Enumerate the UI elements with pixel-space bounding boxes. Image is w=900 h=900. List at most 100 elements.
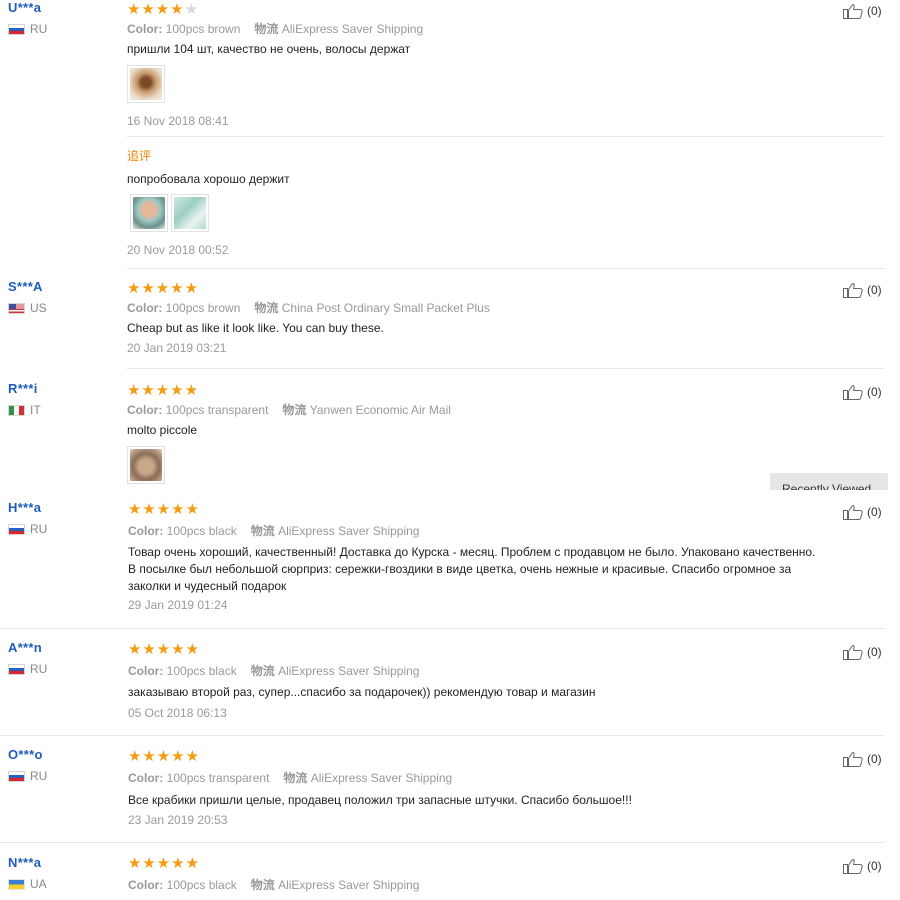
reviewer-info: O***o RU — [8, 747, 47, 783]
star-icon: ★ — [128, 854, 142, 872]
order-info: Color: 100pcs black 物流 AliExpress Saver S… — [128, 522, 419, 539]
color-value: 100pcs transparent — [166, 771, 270, 785]
reviewer-name[interactable]: O***o — [8, 747, 47, 763]
thumbs-up-icon — [843, 283, 863, 298]
star-icon: ★ — [142, 500, 156, 518]
followup-text: попробовала хорошо держит — [127, 172, 290, 186]
star-icon: ★ — [185, 747, 200, 765]
country-flag-icon — [8, 770, 25, 782]
followup-date: 20 Nov 2018 00:52 — [127, 243, 229, 257]
thumbs-up-icon — [843, 505, 863, 520]
star-icon: ★ — [171, 640, 185, 658]
review-date: 05 Oct 2018 06:13 — [128, 706, 227, 720]
face-photo — [133, 197, 165, 229]
review-text: пришли 104 шт, качество не очень, волосы… — [127, 42, 411, 56]
star-icon: ★ — [142, 747, 156, 765]
star-icon: ★ — [171, 747, 185, 765]
star-icon: ★ — [127, 0, 141, 18]
color-label: Color: — [128, 664, 164, 678]
reviewer-name[interactable]: A***n — [8, 640, 47, 656]
review-divider — [127, 268, 884, 269]
country-flag-icon — [8, 878, 25, 890]
order-info: Color: 100pcs black 物流 AliExpress Saver S… — [128, 876, 419, 893]
thumbs-up-icon — [843, 4, 863, 19]
order-info: Color: 100pcs transparent 物流 Yanwen Econo… — [127, 401, 451, 418]
country-code: RU — [30, 22, 48, 36]
review-text-line: В посылке был небольшой сюрприз: сережки… — [128, 562, 792, 576]
reviewer-country: US — [8, 301, 47, 315]
order-info: Color: 100pcs black 物流 AliExpress Saver S… — [128, 662, 419, 679]
helpful-count: (0) — [867, 645, 882, 659]
review-date: 16 Nov 2018 08:41 — [127, 114, 229, 128]
helpful-button[interactable]: (0) — [843, 282, 882, 298]
thumbs-up-icon — [843, 645, 863, 660]
reviewer-name[interactable]: H***a — [8, 500, 47, 516]
helpful-button[interactable]: (0) — [843, 644, 882, 660]
reviewer-name[interactable]: R***i — [8, 381, 41, 397]
helpful-count: (0) — [867, 752, 882, 766]
country-flag-icon — [8, 302, 25, 314]
followup-photos — [130, 194, 209, 232]
star-icon: ★ — [171, 500, 185, 518]
country-flag-icon — [8, 23, 25, 35]
star-icon: ★ — [170, 279, 184, 297]
followup-photo-thumbnail[interactable] — [130, 194, 168, 232]
rating-stars: ★ ★ ★ ★ ★ — [127, 381, 199, 399]
helpful-button[interactable]: (0) — [843, 3, 882, 19]
country-code: RU — [30, 769, 48, 783]
shipping-label: 物流 — [254, 301, 279, 315]
star-icon: ★ — [185, 854, 200, 872]
star-icon: ★ — [127, 279, 141, 297]
country-flag-icon — [8, 523, 25, 535]
reviewer-name[interactable]: S***A — [8, 279, 47, 295]
shipping-label: 物流 — [254, 22, 279, 36]
reviewer-info: S***A US — [8, 279, 47, 315]
helpful-button[interactable]: (0) — [843, 858, 882, 874]
reviewer-name[interactable]: N***a — [8, 855, 47, 871]
shipping-label: 物流 — [283, 771, 308, 785]
star-icon: ★ — [155, 381, 170, 399]
review-list: U***a RU ★ ★ ★ ★ ★ Color: 100pcs brown 物流 AliExp… — [0, 0, 900, 900]
star-icon: ★ — [170, 0, 184, 18]
shipping-label: 物流 — [250, 524, 275, 538]
shipping-label: 物流 — [250, 878, 275, 892]
review-photo-thumbnail[interactable] — [127, 446, 165, 484]
star-icon: ★ — [170, 381, 184, 399]
helpful-count: (0) — [867, 385, 882, 399]
order-info: Color: 100pcs brown 物流 AliExpress Saver S… — [127, 20, 423, 37]
star-icon: ★ — [184, 0, 199, 18]
country-code: US — [30, 301, 47, 315]
reviewer-country: RU — [8, 22, 47, 36]
followup-photo-thumbnail[interactable] — [171, 194, 209, 232]
color-label: Color: — [127, 22, 163, 36]
review-text: Cheap but as like it look like. You can … — [127, 321, 384, 335]
review-date: 29 Jan 2019 01:24 — [128, 598, 228, 612]
reviewer-info: H***a RU — [8, 500, 47, 536]
star-icon: ★ — [155, 279, 170, 297]
helpful-count: (0) — [867, 283, 882, 297]
review-divider — [127, 368, 884, 369]
star-icon: ★ — [156, 500, 171, 518]
rating-stars: ★ ★ ★ ★ ★ — [128, 854, 200, 872]
shipping-value: China Post Ordinary Small Packet Plus — [281, 301, 490, 315]
review-photo-thumbnail[interactable] — [127, 65, 165, 103]
country-code: RU — [30, 662, 48, 676]
color-value: 100pcs black — [166, 664, 237, 678]
helpful-button[interactable]: (0) — [843, 384, 882, 400]
reviewer-country: RU — [8, 769, 47, 783]
review-text: Товар очень хороший, качественный! Доста… — [128, 544, 888, 595]
brown-hair-clip-photo — [130, 68, 162, 100]
transparent-clip-photo — [174, 197, 206, 229]
thumbs-up-icon — [843, 859, 863, 874]
shipping-value: AliExpress Saver Shipping — [278, 524, 420, 538]
star-icon: ★ — [142, 854, 156, 872]
recently-viewed-tab[interactable]: Recently Viewed — [770, 473, 888, 490]
reviewer-name[interactable]: U***a — [8, 0, 47, 16]
rating-stars: ★ ★ ★ ★ ★ — [127, 0, 199, 18]
country-code: IT — [30, 403, 41, 417]
star-icon: ★ — [171, 854, 185, 872]
star-icon: ★ — [184, 279, 199, 297]
shipping-label: 物流 — [250, 664, 275, 678]
helpful-button[interactable]: (0) — [843, 751, 882, 767]
helpful-button[interactable]: (0) — [843, 504, 882, 520]
